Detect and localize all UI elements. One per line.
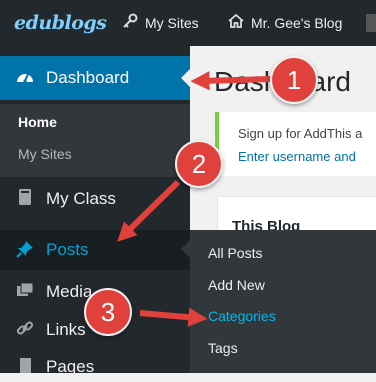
step-3-badge: 3 (84, 288, 132, 336)
arrow-step-2 (117, 179, 181, 242)
step-2-badge: 2 (175, 140, 223, 188)
arrow-step-1 (190, 71, 273, 91)
annotation-arrows (117, 71, 273, 327)
step-1-badge: 1 (270, 56, 318, 104)
arrow-step-3 (139, 307, 208, 327)
